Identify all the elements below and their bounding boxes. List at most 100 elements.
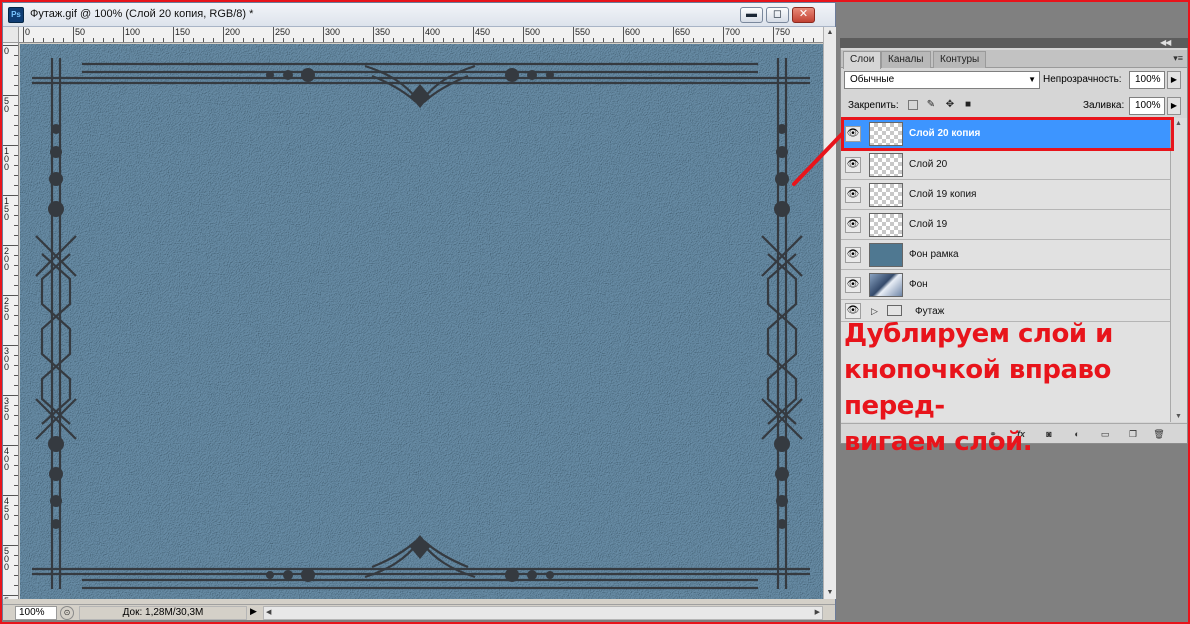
blend-mode-select[interactable]: Обычные ▼	[844, 71, 1040, 89]
zoom-level-field[interactable]: 100%	[15, 606, 57, 620]
scroll-left-icon[interactable]: ◀	[266, 607, 271, 619]
scroll-down-icon[interactable]: ▼	[825, 587, 835, 599]
layer-row[interactable]: 👁 Фон рамка	[841, 240, 1170, 270]
lock-transparency-icon[interactable]	[908, 100, 918, 110]
ruler-minor-tick	[193, 38, 194, 42]
ruler-minor-tick	[483, 38, 484, 42]
ruler-minor-tick	[463, 38, 464, 42]
collapse-panels-icon[interactable]: ◀◀	[1160, 38, 1171, 47]
canvas-vertical-scrollbar[interactable]: ▲ ▼	[823, 27, 836, 599]
ruler-minor-tick	[14, 325, 18, 326]
restore-button[interactable]: ◻	[766, 7, 789, 23]
layer-row[interactable]: 👁 Слой 20	[841, 150, 1170, 180]
close-button[interactable]: ✕	[792, 7, 815, 23]
ruler-minor-tick	[14, 85, 18, 86]
scroll-right-icon[interactable]: ▶	[815, 607, 820, 619]
lock-all-icon[interactable]: ■	[962, 99, 974, 111]
ruler-label: 350	[4, 396, 10, 422]
scroll-up-icon[interactable]: ▲	[825, 27, 835, 39]
ruler-minor-tick	[14, 275, 18, 276]
lock-brush-icon[interactable]: ✎	[925, 99, 937, 111]
ruler-minor-tick	[14, 255, 18, 256]
ruler-minor-tick	[14, 515, 18, 516]
ruler-minor-tick	[533, 38, 534, 42]
ruler-minor-tick	[14, 575, 18, 576]
ruler-minor-tick	[93, 38, 94, 42]
canvas-horizontal-scrollbar[interactable]: ◀ ▶	[263, 606, 823, 620]
document-titlebar[interactable]: Ps Футаж.gif @ 100% (Слой 20 копия, RGB/…	[3, 3, 835, 27]
eye-icon[interactable]: 👁	[845, 277, 861, 293]
ruler-minor-tick	[313, 38, 314, 42]
opacity-slider-arrow-icon[interactable]: ▶	[1167, 71, 1181, 89]
ruler-minor-tick	[733, 38, 734, 42]
panel-menu-icon[interactable]: ▾≡	[1173, 53, 1183, 64]
ruler-minor-tick	[713, 38, 714, 42]
vertical-ruler[interactable]: 0 50 100 150 200 250 300 350 400 450 500 550	[3, 43, 19, 599]
eye-icon[interactable]: 👁	[845, 187, 861, 203]
horizontal-ruler[interactable]: 0 50 100 150 200 250 300 350 400 450 500 550 600 650 7…	[19, 27, 823, 43]
ruler-minor-tick	[53, 38, 54, 42]
ruler-minor-tick	[783, 38, 784, 42]
ruler-origin[interactable]	[3, 27, 19, 43]
eye-icon[interactable]: 👁	[845, 126, 861, 142]
tab-layers[interactable]: Слои	[843, 51, 882, 69]
ruler-label: 300	[325, 27, 341, 37]
ruler-minor-tick	[14, 475, 18, 476]
ruler-minor-tick	[213, 38, 214, 42]
ruler-minor-tick	[513, 38, 514, 42]
scroll-down-icon[interactable]: ▼	[1175, 413, 1182, 420]
ruler-label: 50	[75, 27, 86, 37]
ruler-label: 600	[625, 27, 641, 37]
layers-scrollbar[interactable]: ▲ ▼	[1170, 118, 1187, 422]
layer-thumbnail	[869, 153, 903, 177]
ruler-minor-tick	[14, 565, 18, 566]
ruler-minor-tick	[163, 38, 164, 42]
layer-row[interactable]: 👁 Слой 20 копия	[841, 119, 1170, 149]
ruler-label: 200	[4, 246, 10, 272]
zoom-icon[interactable]: ⊙	[60, 606, 74, 620]
layer-row[interactable]: 👁 Слой 19	[841, 210, 1170, 240]
ruler-minor-tick	[14, 505, 18, 506]
ruler-minor-tick	[143, 38, 144, 42]
tab-channels[interactable]: Каналы	[881, 51, 931, 68]
minimize-button[interactable]: ▬	[740, 7, 763, 23]
ruler-label: 450	[475, 27, 491, 37]
ruler-tick	[423, 27, 424, 42]
ruler-minor-tick	[203, 38, 204, 42]
eye-icon[interactable]: 👁	[845, 157, 861, 173]
panel-dock-header[interactable]	[840, 38, 1188, 48]
ruler-minor-tick	[603, 38, 604, 42]
ruler-tick	[73, 27, 74, 42]
fill-field[interactable]: 100%	[1129, 97, 1165, 115]
layer-row[interactable]: 👁 Слой 19 копия	[841, 180, 1170, 210]
eye-icon[interactable]: 👁	[845, 217, 861, 233]
ruler-minor-tick	[693, 38, 694, 42]
ruler-minor-tick	[14, 235, 18, 236]
eye-icon[interactable]: 👁	[845, 247, 861, 263]
tab-paths[interactable]: Контуры	[933, 51, 987, 68]
ruler-minor-tick	[14, 205, 18, 206]
ruler-minor-tick	[553, 38, 554, 42]
fill-slider-arrow-icon[interactable]: ▶	[1167, 97, 1181, 115]
ruler-minor-tick	[543, 38, 544, 42]
ruler-minor-tick	[14, 385, 18, 386]
ruler-minor-tick	[433, 38, 434, 42]
layer-row[interactable]: 👁 Фон	[841, 270, 1170, 300]
ruler-minor-tick	[593, 38, 594, 42]
layer-name: Слой 19 копия	[909, 189, 977, 200]
layer-name: Слой 20 копия	[909, 128, 981, 139]
ruler-minor-tick	[303, 38, 304, 42]
ruler-minor-tick	[793, 38, 794, 42]
ruler-minor-tick	[583, 38, 584, 42]
opacity-field[interactable]: 100%	[1129, 71, 1165, 89]
ruler-minor-tick	[14, 535, 18, 536]
status-menu-arrow-icon[interactable]: ▶	[250, 606, 257, 617]
ruler-minor-tick	[243, 38, 244, 42]
ruler-label: 350	[375, 27, 391, 37]
ruler-minor-tick	[14, 375, 18, 376]
ruler-minor-tick	[14, 175, 18, 176]
lock-position-icon[interactable]: ✥	[944, 99, 956, 111]
ruler-minor-tick	[803, 38, 804, 42]
image-canvas[interactable]	[20, 44, 823, 599]
scroll-up-icon[interactable]: ▲	[1175, 120, 1182, 127]
